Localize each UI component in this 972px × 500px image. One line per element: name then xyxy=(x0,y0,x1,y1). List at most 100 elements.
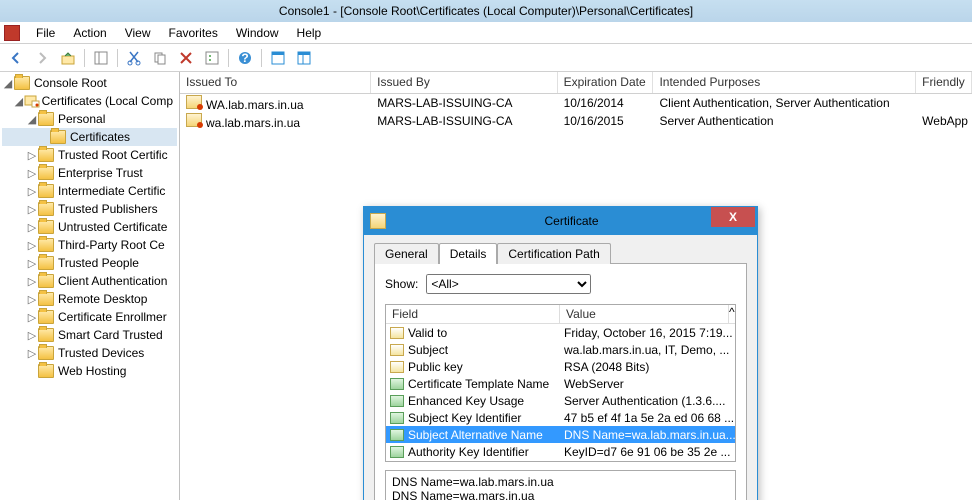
tab-general[interactable]: General xyxy=(374,243,439,264)
field-row[interactable]: Authority Key IdentifierKeyID=d7 6e 91 0… xyxy=(386,443,735,460)
tree-item-label: Enterprise Trust xyxy=(56,166,143,180)
show-dropdown[interactable]: <All> xyxy=(426,274,591,294)
list-row[interactable]: WA.lab.mars.in.uaMARS-LAB-ISSUING-CA10/1… xyxy=(180,94,972,112)
menu-favorites[interactable]: Favorites xyxy=(161,24,226,42)
tree-item[interactable]: ▷ Smart Card Trusted xyxy=(2,326,177,344)
tab-panel-details: Show: <All> Field Value ^ Valid toFriday… xyxy=(374,263,747,500)
field-row[interactable]: Valid toFriday, October 16, 2015 7:19... xyxy=(386,324,735,341)
field-row[interactable]: Subject Alternative NameDNS Name=wa.lab.… xyxy=(386,426,735,443)
dialog-title-bar[interactable]: Certificate X xyxy=(364,207,757,235)
expand-icon[interactable]: ▷ xyxy=(26,293,38,306)
folder-icon xyxy=(38,184,54,198)
tree-item[interactable]: ▷Client Authentication xyxy=(2,272,177,290)
expand-icon[interactable]: ▷ xyxy=(26,275,38,288)
tree-item[interactable]: ▷ Third-Party Root Ce xyxy=(2,236,177,254)
tab-details[interactable]: Details xyxy=(439,243,498,264)
field-value: wa.lab.mars.in.ua, IT, Demo, ... xyxy=(560,343,735,357)
expand-icon[interactable]: ▷ xyxy=(26,149,38,162)
col-purposes[interactable]: Intended Purposes xyxy=(653,72,916,93)
certificate-icon xyxy=(186,113,202,127)
delete-button[interactable] xyxy=(174,47,198,69)
dialog-title: Certificate xyxy=(386,214,757,228)
field-row[interactable]: Subjectwa.lab.mars.in.ua, IT, Demo, ... xyxy=(386,341,735,358)
expand-icon[interactable]: ▷ xyxy=(26,221,38,234)
folder-icon xyxy=(38,202,54,216)
menu-window[interactable]: Window xyxy=(228,24,287,42)
certificate-icon xyxy=(186,95,202,109)
view-options-2[interactable] xyxy=(292,47,316,69)
tree-item-label: Trusted People xyxy=(56,256,139,270)
expand-icon[interactable]: ▷ xyxy=(26,329,38,342)
tree-item[interactable]: ▷ Enterprise Trust xyxy=(2,164,177,182)
field-row[interactable]: Public keyRSA (2048 Bits) xyxy=(386,358,735,375)
col-field[interactable]: Field xyxy=(386,305,560,323)
col-issued-to[interactable]: Issued To xyxy=(180,72,371,93)
field-detail-box[interactable]: DNS Name=wa.lab.mars.in.ua DNS Name=wa.m… xyxy=(385,470,736,500)
expand-icon[interactable]: ▷ xyxy=(26,347,38,360)
col-friendly[interactable]: Friendly xyxy=(916,72,972,93)
cut-button[interactable] xyxy=(122,47,146,69)
tree-item[interactable]: ▷Trusted Devices xyxy=(2,344,177,362)
console-tree[interactable]: ◢Console Root ◢Certificates (Local Comp … xyxy=(0,72,180,500)
expand-icon[interactable]: ▷ xyxy=(26,311,38,324)
tree-item[interactable]: ▷ Certificate Enrollmer xyxy=(2,308,177,326)
tree-item-label: Third-Party Root Ce xyxy=(56,238,165,252)
close-button[interactable]: X xyxy=(711,207,755,227)
folder-icon xyxy=(38,292,54,306)
tree-item[interactable]: ▷Untrusted Certificate xyxy=(2,218,177,236)
field-name: Subject Key Identifier xyxy=(408,411,521,425)
extension-icon xyxy=(390,378,404,390)
field-value: DNS Name=wa.lab.mars.in.ua... xyxy=(560,428,735,442)
tree-item-label: Web Hosting xyxy=(56,364,126,378)
folder-icon xyxy=(38,346,54,360)
properties-button[interactable] xyxy=(200,47,224,69)
field-value: WebServer xyxy=(560,377,735,391)
tree-certificates[interactable]: Certificates (Local Comp xyxy=(40,94,173,108)
back-button[interactable] xyxy=(4,47,28,69)
window-title: Console1 - [Console Root\Certificates (L… xyxy=(279,4,693,18)
field-name: Valid to xyxy=(408,326,447,340)
field-row[interactable]: Enhanced Key UsageServer Authentication … xyxy=(386,392,735,409)
copy-button[interactable] xyxy=(148,47,172,69)
expand-icon[interactable]: ▷ xyxy=(26,185,38,198)
collapse-icon[interactable]: ◢ xyxy=(2,77,14,90)
tree-root[interactable]: Console Root xyxy=(32,76,107,90)
up-button[interactable] xyxy=(56,47,80,69)
tree-certificates-leaf[interactable]: Certificates xyxy=(68,130,130,144)
field-row[interactable]: Certificate Template Name WebServer xyxy=(386,375,735,392)
collapse-icon[interactable]: ◢ xyxy=(14,95,24,108)
tree-item-label: Certificate Enrollmer xyxy=(56,310,167,324)
folder-icon xyxy=(38,166,54,180)
tree-item[interactable]: ▷Intermediate Certific xyxy=(2,182,177,200)
collapse-icon[interactable]: ◢ xyxy=(26,113,38,126)
field-row[interactable]: Subject Key Identifier47 b5 ef 4f 1a 5e … xyxy=(386,409,735,426)
tree-item[interactable]: ▷Remote Desktop xyxy=(2,290,177,308)
tree-personal[interactable]: Personal xyxy=(56,112,105,126)
view-options-1[interactable] xyxy=(266,47,290,69)
col-value[interactable]: Value xyxy=(560,305,729,323)
col-issued-by[interactable]: Issued By xyxy=(371,72,557,93)
tab-certification-path[interactable]: Certification Path xyxy=(497,243,610,264)
dialog-tabs: General Details Certification Path xyxy=(374,241,747,263)
forward-button[interactable] xyxy=(30,47,54,69)
expand-icon[interactable]: ▷ xyxy=(26,167,38,180)
svg-text:?: ? xyxy=(241,51,248,65)
expand-icon[interactable]: ▷ xyxy=(26,257,38,270)
col-expiration[interactable]: Expiration Date xyxy=(558,72,654,93)
tree-item[interactable]: ▷Trusted Root Certific xyxy=(2,146,177,164)
menu-view[interactable]: View xyxy=(117,24,159,42)
help-button[interactable]: ? xyxy=(233,47,257,69)
tree-item[interactable]: ▷ Trusted People xyxy=(2,254,177,272)
field-list[interactable]: Field Value ^ Valid toFriday, October 16… xyxy=(385,304,736,462)
show-hide-button[interactable] xyxy=(89,47,113,69)
field-name: Certificate Template Name xyxy=(408,377,549,391)
menu-help[interactable]: Help xyxy=(289,24,330,42)
tree-item[interactable]: ▷Trusted Publishers xyxy=(2,200,177,218)
menu-action[interactable]: Action xyxy=(65,24,114,42)
expand-icon[interactable]: ▷ xyxy=(26,203,38,216)
menu-file[interactable]: File xyxy=(28,24,63,42)
expand-icon[interactable]: ▷ xyxy=(26,239,38,252)
tree-item[interactable]: Web Hosting xyxy=(2,362,177,380)
list-row[interactable]: wa.lab.mars.in.uaMARS-LAB-ISSUING-CA10/1… xyxy=(180,112,972,130)
tree-item-label: Smart Card Trusted xyxy=(56,328,163,342)
